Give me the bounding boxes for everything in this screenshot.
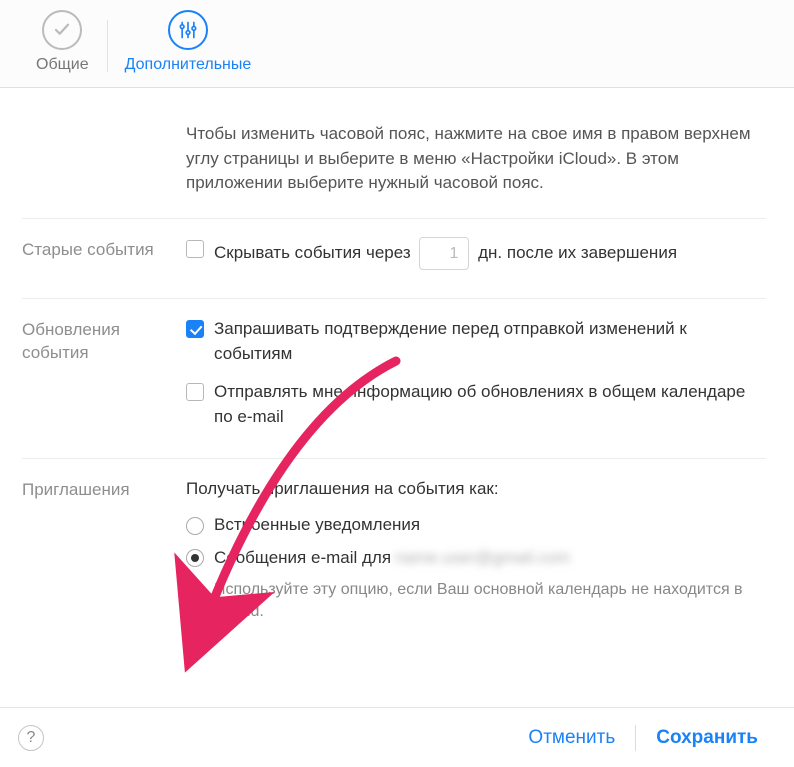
tab-advanced[interactable]: Дополнительные	[107, 10, 270, 84]
confirm-changes-checkbox[interactable]	[186, 320, 204, 338]
hide-old-events-text: Скрывать события через 1 дн. после их за…	[214, 237, 766, 270]
radio-inapp[interactable]	[186, 517, 204, 535]
event-updates-label: Обновления события	[22, 317, 186, 436]
hide-old-events-checkbox[interactable]	[186, 240, 204, 258]
radio-email-row[interactable]: Сообщения e-mail для name.user@gmail.com	[186, 546, 766, 571]
radio-inapp-label: Встроенные уведомления	[214, 513, 420, 538]
confirm-changes-text: Запрашивать подтверждение перед отправко…	[214, 317, 766, 366]
sliders-icon	[168, 10, 208, 50]
hide-suffix: дн. после их завершения	[478, 243, 677, 262]
radio-email-address: name.user@gmail.com	[395, 546, 570, 571]
radio-inapp-row[interactable]: Встроенные уведомления	[186, 513, 766, 538]
tab-general-label: Общие	[36, 56, 89, 74]
radio-email[interactable]	[186, 549, 204, 567]
tab-advanced-label: Дополнительные	[125, 56, 252, 74]
section-timezone-label	[22, 122, 186, 196]
checkmark-circle-icon	[42, 10, 82, 50]
section-invitations: Приглашения Получать приглашения на собы…	[22, 459, 766, 652]
footer-divider	[635, 725, 636, 751]
radio-email-label: Сообщения e-mail для	[214, 546, 391, 571]
save-button[interactable]: Сохранить	[646, 721, 768, 755]
email-updates-checkbox[interactable]	[186, 383, 204, 401]
settings-content: Чтобы изменить часовой пояс, нажмите на …	[0, 88, 794, 707]
tab-bar: Общие Дополнительные	[0, 0, 794, 88]
invitations-heading: Получать приглашения на события как:	[186, 477, 766, 502]
section-old-events: Старые события Скрывать события через 1 …	[22, 219, 766, 299]
email-updates-text: Отправлять мне информацию об обновлениях…	[214, 380, 766, 429]
old-events-label: Старые события	[22, 237, 186, 276]
footer-bar: ? Отменить Сохранить	[0, 707, 794, 767]
section-event-updates: Обновления события Запрашивать подтвержд…	[22, 299, 766, 459]
help-button[interactable]: ?	[18, 725, 44, 751]
cancel-button[interactable]: Отменить	[518, 721, 625, 755]
hide-days-input[interactable]: 1	[419, 237, 469, 270]
invitations-label: Приглашения	[22, 477, 186, 624]
section-timezone: Чтобы изменить часовой пояс, нажмите на …	[22, 88, 766, 219]
invitations-hint: Используйте эту опцию, если Ваш основной…	[214, 579, 766, 624]
tab-general[interactable]: Общие	[18, 10, 107, 84]
hide-prefix: Скрывать события через	[214, 243, 411, 262]
timezone-hint: Чтобы изменить часовой пояс, нажмите на …	[186, 122, 766, 196]
